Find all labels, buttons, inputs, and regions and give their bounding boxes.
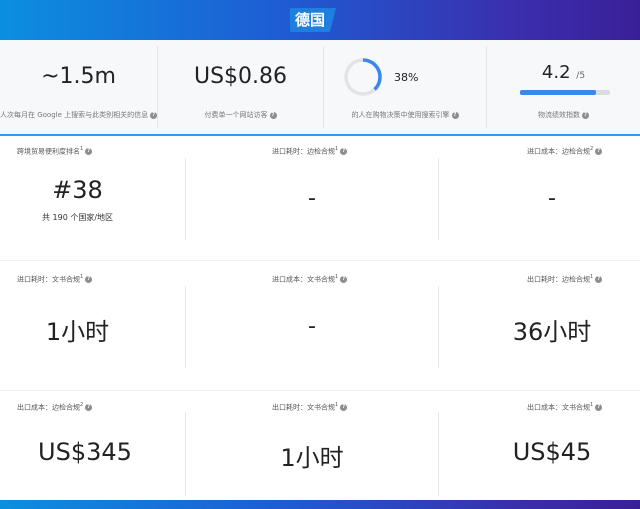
info-icon[interactable]: ? [340,403,348,411]
header-bar: 德国 [0,0,640,36]
stat-cost-per-visitor: US$0.86 付费单一个网站访客? [158,40,323,134]
stat-description: 的人在购物决策中使用搜索引擎? [324,110,486,120]
metric-export-cost-docs: 出口成本：文书合规1? US$45 [439,396,640,509]
metric-export-cost-border: 出口成本：边检合规2? US$345 [0,396,185,509]
metric-import-cost-docs: 进口成本：文书合规1? - [186,268,438,388]
metric-label: 进口成本：文书合规1? [272,274,348,284]
stat-value: ~1.5m [41,64,116,89]
row-divider [0,390,640,391]
metric-value: US$45 [512,438,592,466]
metric-label: 出口成本：文书合规1? [527,402,603,412]
metric-label: 出口耗时：边检合规1? [527,274,603,284]
metric-label: 出口耗时：文书合规1? [272,402,348,412]
metric-value: #38 [52,176,103,204]
info-icon[interactable]: ? [340,147,348,155]
row-divider [0,260,640,261]
stat-monthly-searches: ~1.5m 人次每月在 Google 上搜索与此类别相关的信息? [0,40,158,134]
trade-metrics-grid: 跨境贸易便利度排名1? #38 共 190 个国家/地区 进口耗时：边检合规1?… [0,140,640,500]
metric-value: 1小时 [280,444,344,472]
metric-label: 出口成本：边检合规2? [17,402,93,412]
metric-trade-rank: 跨境贸易便利度排名1? #38 共 190 个国家/地区 [0,140,185,260]
metric-value: 1小时 [45,318,110,346]
metric-import-time-border: 进口耗时：边检合规1? - [186,140,438,260]
info-icon[interactable]: ? [340,275,348,283]
rating-value: 4.2 /5 [541,62,586,83]
metric-label: 进口耗时：文书合规1? [17,274,93,284]
stat-description: 付费单一个网站访客? [158,110,323,120]
info-icon[interactable]: ? [85,147,93,155]
metric-value: - [308,186,316,211]
progress-ring [344,58,382,96]
metric-label: 进口成本：边检合规2? [527,146,603,156]
info-icon[interactable]: ? [595,275,603,283]
metric-export-time-docs: 出口耗时：文书合规1? 1小时 [186,396,438,509]
metric-value: 36小时 [512,318,592,346]
rating-bar [520,90,610,95]
metric-value: US$345 [38,438,132,466]
info-icon[interactable]: ? [595,147,603,155]
metric-label: 进口耗时：边检合规1? [272,146,348,156]
info-icon[interactable]: ? [85,275,93,283]
stat-description: 人次每月在 Google 上搜索与此类别相关的信息? [0,110,158,120]
info-icon[interactable]: ? [595,403,603,411]
stat-logistics-index: 4.2 /5 物流绩效指数? [487,40,640,134]
stat-value: US$0.86 [193,64,288,89]
metric-value: - [308,314,316,339]
metric-label: 跨境贸易便利度排名1? [17,146,93,156]
stat-value: 38% [394,71,419,84]
metric-subtext: 共 190 个国家/地区 [41,213,114,222]
info-icon[interactable]: ? [582,111,589,119]
rating-bar-fill [520,90,596,95]
country-title: 德国 [290,8,337,32]
metric-value: - [548,186,556,211]
info-icon[interactable]: ? [451,111,459,119]
key-stats-row: ~1.5m 人次每月在 Google 上搜索与此类别相关的信息? US$0.86… [0,40,640,136]
info-icon[interactable]: ? [85,403,93,411]
stat-description: 物流绩效指数? [487,110,640,120]
stat-search-engine-usage: 38% 的人在购物决策中使用搜索引擎? [324,40,486,134]
metric-export-time-border: 出口耗时：边检合规1? 36小时 [439,268,640,388]
info-icon[interactable]: ? [269,111,277,119]
metric-import-cost-border: 进口成本：边检合规2? - [439,140,640,260]
metric-import-time-docs: 进口耗时：文书合规1? 1小时 [0,268,185,388]
market-overview-panel: ~1.5m 人次每月在 Google 上搜索与此类别相关的信息? US$0.86… [0,40,640,500]
